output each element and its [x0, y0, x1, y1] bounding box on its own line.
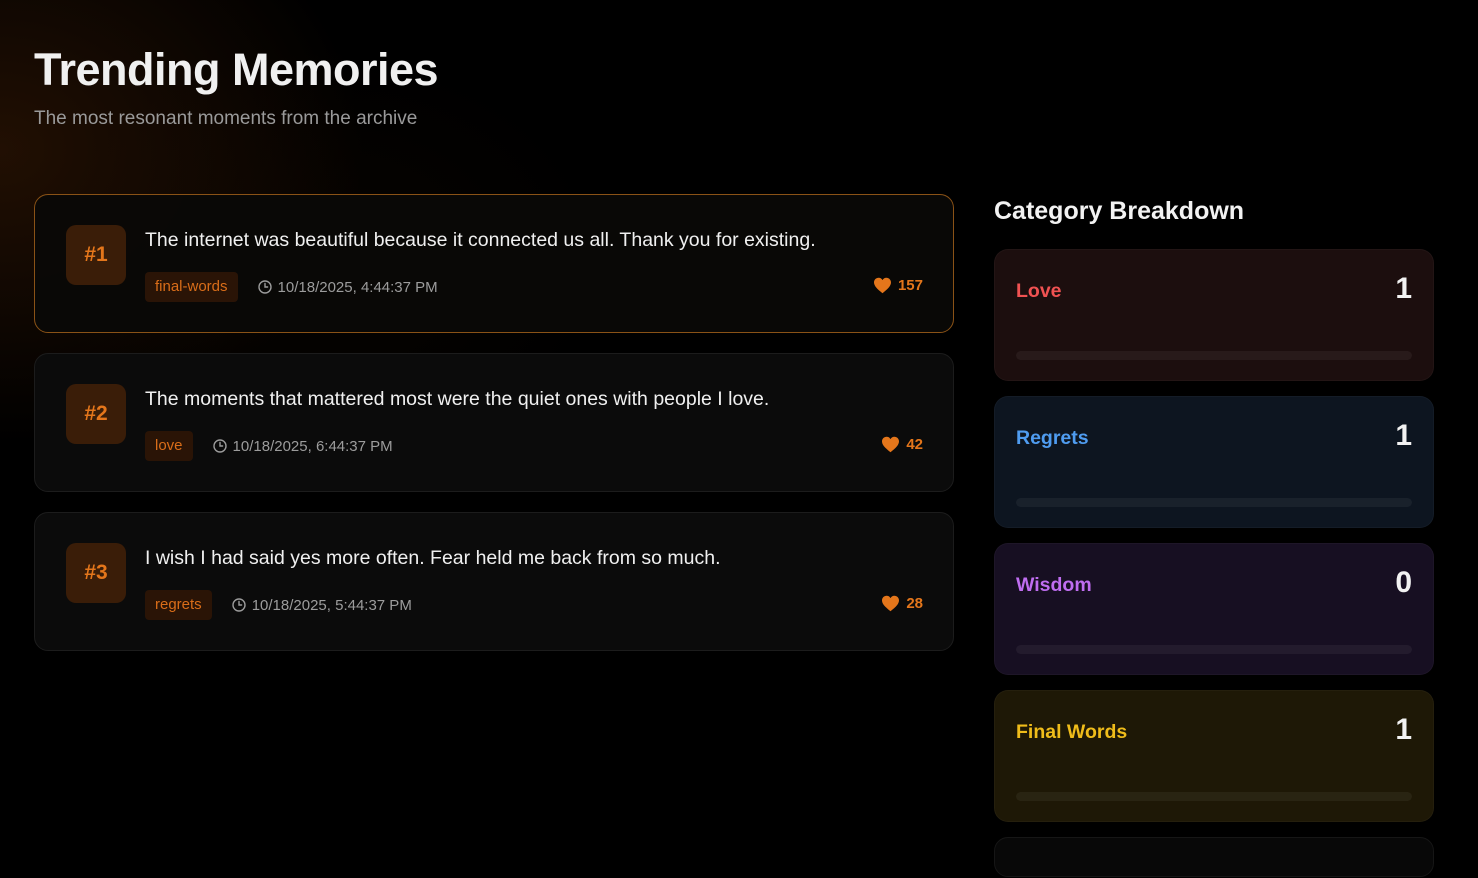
timestamp: 10/18/2025, 5:44:37 PM [231, 596, 412, 614]
heart-icon [873, 277, 891, 294]
category-progress-bar [1016, 498, 1412, 507]
memory-text: I wish I had said yes more often. Fear h… [145, 547, 721, 569]
category-list: Love 1 Regrets 1 Wisdom 0 Final Words 1 [994, 249, 1434, 877]
category-progress-fill [1016, 351, 1412, 360]
memory-meta: final-words 10/18/2025, 4:44:37 PM [145, 272, 438, 302]
clock-icon [257, 280, 272, 294]
page-subtitle: The most resonant moments from the archi… [34, 108, 418, 129]
timestamp-text: 10/18/2025, 6:44:37 PM [232, 437, 393, 455]
like-button[interactable]: 28 [881, 595, 923, 612]
category-tag[interactable]: final-words [145, 272, 238, 302]
heart-icon [882, 436, 900, 453]
category-progress-bar [1016, 351, 1412, 360]
timestamp: 10/18/2025, 4:44:37 PM [257, 278, 438, 296]
like-count: 28 [906, 595, 923, 612]
rank-badge: #3 [66, 543, 126, 603]
category-card-love[interactable]: Love 1 [994, 249, 1434, 381]
memory-text: The internet was beautiful because it co… [145, 229, 816, 251]
category-progress-bar [1016, 645, 1412, 654]
rank-badge: #1 [66, 225, 126, 285]
sidebar-title: Category Breakdown [994, 197, 1245, 225]
category-name: Final Words [1016, 721, 1128, 743]
like-count: 157 [897, 277, 923, 294]
rank-badge: #2 [66, 384, 126, 444]
like-count: 42 [906, 436, 923, 453]
category-progress-bar [1016, 792, 1412, 801]
like-button[interactable]: 42 [881, 436, 923, 453]
category-card-partial[interactable] [994, 837, 1434, 877]
page-header: Trending Memories The most resonant mome… [34, 44, 439, 130]
clock-icon [212, 439, 227, 453]
category-progress-fill [1016, 645, 1412, 654]
like-button[interactable]: 157 [873, 277, 923, 294]
category-count: 1 [1395, 272, 1412, 305]
category-tag[interactable]: love [145, 431, 193, 461]
category-progress-fill [1016, 498, 1412, 507]
heart-icon [882, 595, 900, 612]
category-progress-fill [1016, 792, 1412, 801]
timestamp-text: 10/18/2025, 5:44:37 PM [251, 596, 412, 614]
category-tag[interactable]: regrets [145, 590, 212, 620]
timestamp-text: 10/18/2025, 4:44:37 PM [277, 278, 438, 296]
memory-meta: regrets 10/18/2025, 5:44:37 PM [145, 590, 412, 620]
memory-list: #1 The internet was beautiful because it… [34, 194, 954, 671]
timestamp: 10/18/2025, 6:44:37 PM [212, 437, 393, 455]
category-card-wisdom[interactable]: Wisdom 0 [994, 543, 1434, 675]
category-sidebar: Category Breakdown Love 1 Regrets 1 Wisd… [994, 196, 1434, 877]
memory-text: The moments that mattered most were the … [145, 388, 770, 410]
category-count: 1 [1395, 713, 1412, 746]
category-name: Regrets [1016, 427, 1089, 449]
memory-meta: love 10/18/2025, 6:44:37 PM [145, 431, 393, 461]
category-card-final-words[interactable]: Final Words 1 [994, 690, 1434, 822]
category-name: Wisdom [1016, 574, 1092, 596]
clock-icon [231, 598, 246, 612]
category-count: 1 [1395, 419, 1412, 452]
memory-card[interactable]: #2 The moments that mattered most were t… [34, 353, 954, 492]
page-title: Trending Memories [34, 44, 439, 95]
category-card-regrets[interactable]: Regrets 1 [994, 396, 1434, 528]
memory-card[interactable]: #3 I wish I had said yes more often. Fea… [34, 512, 954, 651]
memory-card[interactable]: #1 The internet was beautiful because it… [34, 194, 954, 333]
category-name: Love [1016, 280, 1062, 302]
category-count: 0 [1395, 566, 1412, 599]
